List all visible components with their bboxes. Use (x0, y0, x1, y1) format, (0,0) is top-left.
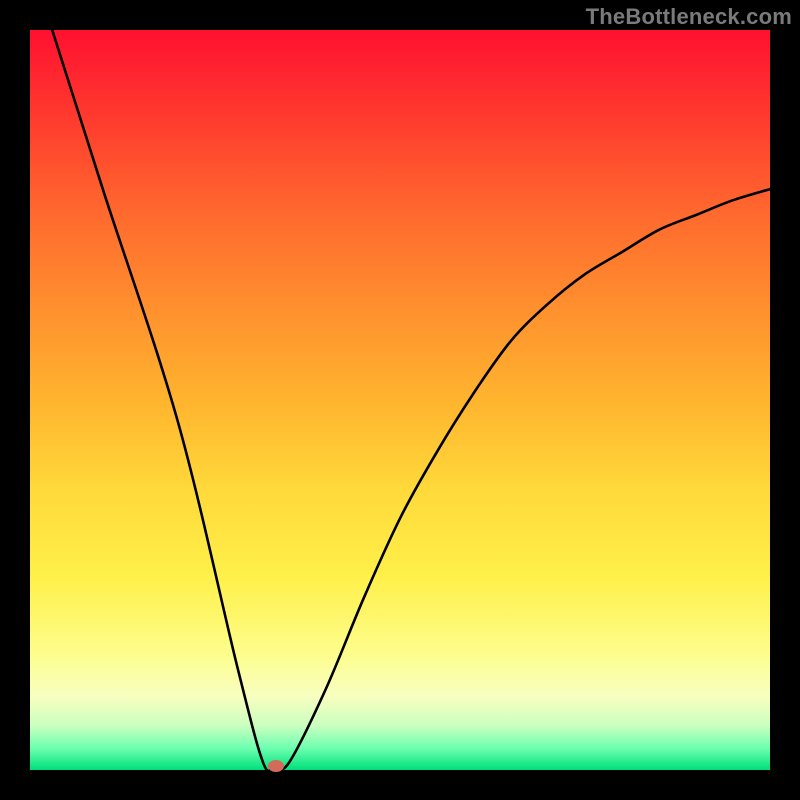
plot-area (30, 30, 770, 770)
chart-stage: TheBottleneck.com (0, 0, 800, 800)
optimum-marker (268, 760, 284, 772)
bottleneck-curve (52, 30, 770, 770)
watermark-text: TheBottleneck.com (586, 4, 792, 30)
curve-svg (30, 30, 770, 770)
